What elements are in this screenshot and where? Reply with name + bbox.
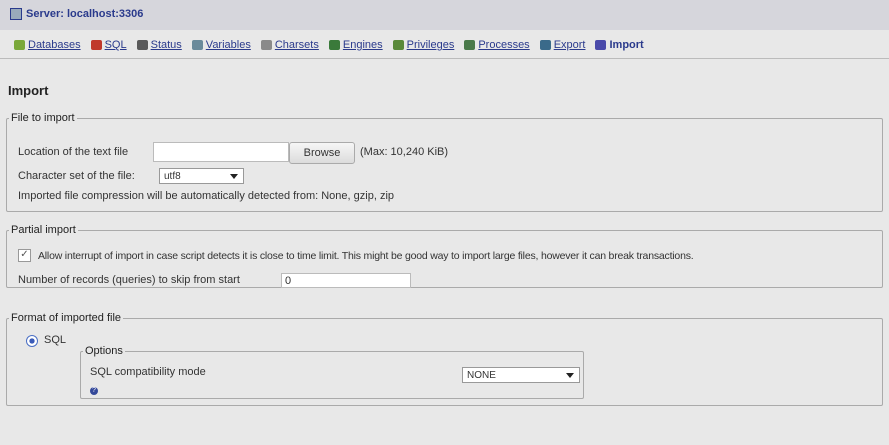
tab-sql[interactable]: SQL	[90, 39, 127, 51]
skip-records-input[interactable]: 0	[281, 273, 411, 288]
compat-mode-select[interactable]: NONE	[462, 367, 580, 383]
status-icon	[136, 40, 148, 50]
tab-databases[interactable]: Databases	[14, 39, 81, 51]
sql-icon	[90, 40, 102, 50]
charsets-icon	[260, 40, 272, 50]
format-legend: Format of imported file	[11, 312, 122, 324]
server-icon	[10, 8, 22, 20]
tab-privileges[interactable]: Privileges	[392, 39, 454, 51]
file-legend: File to import	[11, 112, 75, 124]
location-label: Location of the text file	[18, 146, 129, 158]
max-size-text: (Max: 10,240 KiB)	[360, 146, 449, 158]
options-legend: Options	[85, 345, 123, 357]
compat-mode-label: SQL compatibility mode	[90, 366, 206, 378]
interrupt-label: Allow interrupt of import in case script…	[38, 250, 694, 262]
page-title: Import	[8, 83, 49, 98]
sql-format-label: SQL	[44, 334, 67, 346]
tab-import[interactable]: Import	[595, 39, 644, 51]
interrupt-checkbox[interactable]: ✓	[18, 249, 31, 262]
tab-variables[interactable]: Variables	[191, 39, 251, 51]
charset-value: utf8	[164, 171, 181, 182]
compat-mode-value: NONE	[467, 370, 496, 381]
variables-icon	[191, 40, 203, 50]
compression-note: Imported file compression will be automa…	[18, 190, 395, 202]
charset-select[interactable]: utf8	[159, 168, 244, 184]
engines-icon	[328, 40, 340, 50]
skip-label: Number of records (queries) to skip from…	[18, 274, 240, 286]
processes-icon	[464, 40, 476, 50]
main-tabs: Databases SQL Status Variables Charsets …	[14, 36, 654, 54]
import-icon	[595, 40, 607, 50]
chevron-down-icon	[566, 373, 574, 378]
server-label: Server: localhost:3306	[26, 8, 144, 20]
tab-charsets[interactable]: Charsets	[260, 39, 319, 51]
server-bar: Server: localhost:3306	[0, 0, 889, 30]
server-breadcrumb[interactable]: Server: localhost:3306	[10, 8, 143, 20]
charset-label: Character set of the file:	[18, 170, 135, 182]
databases-icon	[14, 40, 25, 50]
chevron-down-icon	[230, 174, 238, 179]
file-input[interactable]	[153, 142, 289, 162]
tab-processes[interactable]: Processes	[464, 39, 530, 51]
partial-import-legend: Partial import	[11, 224, 76, 236]
sql-radio[interactable]	[26, 335, 38, 347]
tab-export[interactable]: Export	[539, 39, 585, 51]
export-icon	[539, 40, 551, 50]
tab-status[interactable]: Status	[136, 39, 182, 51]
privileges-icon	[392, 40, 404, 50]
help-icon[interactable]: ?	[90, 387, 98, 395]
tab-engines[interactable]: Engines	[328, 39, 383, 51]
browse-button[interactable]: Browse	[289, 142, 355, 164]
tabs-divider	[0, 58, 889, 59]
